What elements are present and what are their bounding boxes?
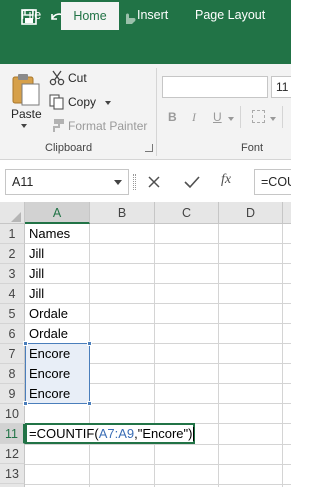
fx-icon[interactable]: fx	[221, 172, 231, 188]
font-name-input[interactable]	[162, 76, 268, 98]
row-header-2[interactable]: 2	[0, 244, 25, 264]
select-all-icon	[11, 212, 21, 222]
paste-dropdown-icon[interactable]	[21, 124, 27, 128]
column-header-d[interactable]: D	[219, 202, 283, 224]
clipboard-group-label: Clipboard	[45, 142, 93, 154]
row-header-13[interactable]: 13	[0, 464, 25, 484]
cell-a1[interactable]: Names	[29, 224, 70, 244]
borders-icon[interactable]	[252, 110, 265, 123]
borders-dropdown-icon[interactable]	[270, 117, 276, 121]
cut-button[interactable]: Cut	[68, 71, 87, 85]
format-painter-button[interactable]: Format Painter	[68, 119, 147, 133]
tab-file[interactable]: File	[21, 0, 41, 30]
cell-a2[interactable]: Jill	[29, 244, 44, 264]
copy-dropdown-icon[interactable]	[105, 101, 111, 105]
row-header-11[interactable]: 11	[0, 424, 25, 444]
row-header-5[interactable]: 5	[0, 304, 25, 324]
tab-home[interactable]: Home	[61, 2, 119, 30]
range-handle-top-left[interactable]	[23, 341, 28, 346]
formula-prefix: =COUNTIF(	[29, 426, 99, 441]
grid-row-line	[25, 444, 291, 445]
row-header-12[interactable]: 12	[0, 444, 25, 464]
copy-icon[interactable]	[49, 94, 65, 110]
grid-row-line	[25, 484, 291, 485]
cell-a11-formula[interactable]: =COUNTIF(A7:A9,"Encore")	[29, 424, 193, 444]
formula-input[interactable]: =COUNTIF(A7:A9,"Encore")	[254, 169, 291, 195]
clipboard-launcher-icon[interactable]	[145, 144, 153, 152]
tab-page-layout[interactable]: Page Layout	[195, 0, 265, 30]
paste-icon[interactable]	[11, 72, 41, 106]
column-header-a[interactable]: A	[25, 202, 90, 224]
row-header-9[interactable]: 9	[0, 384, 25, 404]
font-separator-2	[282, 106, 283, 128]
formula-suffix: ,"Encore")	[134, 426, 193, 441]
cancel-icon[interactable]	[147, 175, 161, 189]
italic-button[interactable]: I	[192, 110, 196, 125]
underline-dropdown-icon[interactable]	[228, 117, 234, 121]
row-header-3[interactable]: 3	[0, 264, 25, 284]
tab-insert[interactable]: Insert	[137, 0, 168, 30]
column-header-c[interactable]: C	[155, 202, 219, 224]
column-header-b[interactable]: B	[90, 202, 155, 224]
cell-a9[interactable]: Encore	[29, 384, 70, 404]
range-handle-bottom-left[interactable]	[23, 401, 28, 406]
cell-a7[interactable]: Encore	[29, 344, 70, 364]
ribbon-separator	[156, 68, 157, 156]
ribbon-tabs	[0, 34, 291, 64]
formula-range-reference: A7:A9	[98, 426, 135, 441]
name-box-dropdown-icon[interactable]	[114, 180, 122, 185]
row-header-1[interactable]: 1	[0, 224, 25, 244]
range-handle-bottom-right[interactable]	[87, 401, 92, 406]
column-header-e[interactable]	[283, 202, 291, 224]
row-header-6[interactable]: 6	[0, 324, 25, 344]
bold-button[interactable]: B	[168, 110, 177, 124]
excel-window: File Home Insert Page Layout Paste Cut C…	[0, 0, 291, 487]
underline-button[interactable]: U	[213, 110, 222, 124]
row-header-8[interactable]: 8	[0, 364, 25, 384]
formula-bar-grip[interactable]	[133, 174, 136, 190]
row-header-10[interactable]: 10	[0, 404, 25, 424]
enter-icon[interactable]	[184, 175, 200, 189]
cell-a6[interactable]: Ordale	[29, 324, 68, 344]
cell-a4[interactable]: Jill	[29, 284, 44, 304]
font-separator	[240, 106, 241, 128]
copy-button[interactable]: Copy	[68, 95, 96, 109]
cell-a8[interactable]: Encore	[29, 364, 70, 384]
cell-a5[interactable]: Ordale	[29, 304, 68, 324]
font-size-input[interactable]: 11	[271, 76, 291, 98]
grid-row-line	[25, 464, 291, 465]
grid-row-line	[25, 283, 291, 284]
name-box[interactable]: A11	[5, 169, 129, 195]
row-header-7[interactable]: 7	[0, 344, 25, 364]
format-painter-icon[interactable]	[49, 118, 65, 134]
row-header-4[interactable]: 4	[0, 284, 25, 304]
cut-icon[interactable]	[49, 70, 65, 86]
range-handle-top-right[interactable]	[87, 341, 92, 346]
text-caret	[193, 427, 194, 441]
grid-row-line	[25, 263, 291, 264]
font-group-label: Font	[241, 142, 264, 154]
cell-a3[interactable]: Jill	[29, 264, 44, 284]
paste-button[interactable]: Paste	[11, 107, 42, 121]
